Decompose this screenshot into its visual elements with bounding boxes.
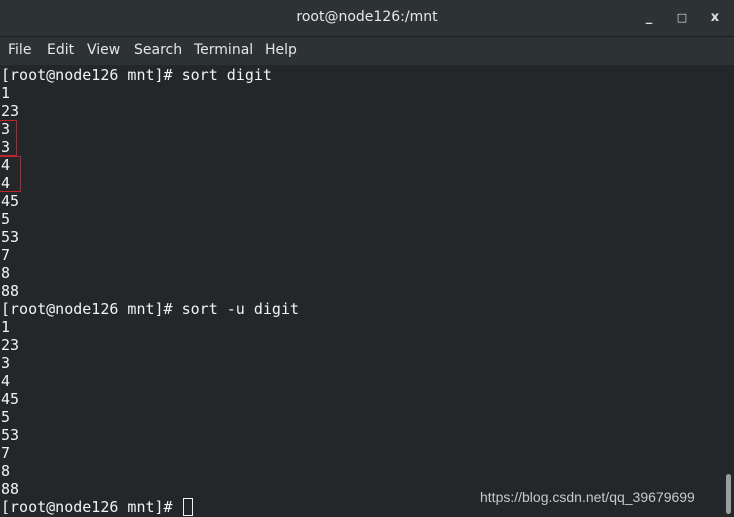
output-line: 3 [0, 354, 724, 372]
line-text: 53 [1, 228, 20, 246]
line-text: 4 [1, 372, 11, 390]
output-line: 1 [0, 84, 724, 102]
line-text: 8 [1, 462, 11, 480]
output-line: 4 [0, 372, 724, 390]
output-line: 4 [0, 174, 724, 192]
output-line: 7 [0, 444, 724, 462]
line-text: 8 [1, 264, 11, 282]
menu-edit[interactable]: Edit [47, 42, 74, 58]
terminal-output[interactable]: [root@node126 mnt]# sort digit 1 23 3 3 4 4 45 5… [0, 66, 724, 517]
line-text: 88 [1, 480, 20, 498]
cursor [182, 498, 193, 516]
output-line: 3 [0, 138, 724, 156]
menu-help[interactable]: Help [265, 42, 297, 58]
output-line: 53 [0, 228, 724, 246]
line-text: 7 [1, 246, 11, 264]
title-bar: root@node126:/mnt _ □ x [0, 0, 734, 37]
output-line: 45 [0, 390, 724, 408]
menu-search[interactable]: Search [134, 42, 182, 58]
minimize-button[interactable]: _ [639, 8, 659, 28]
maximize-button[interactable]: □ [672, 8, 692, 28]
line-text: [root@node126 mnt]# [1, 498, 182, 516]
line-text: 53 [1, 426, 20, 444]
output-line: 8 [0, 264, 724, 282]
line-text: 88 [1, 282, 20, 300]
scrollbar[interactable] [726, 474, 731, 514]
menu-terminal[interactable]: Terminal [194, 42, 253, 58]
output-line: 23 [0, 102, 724, 120]
line-text: 45 [1, 390, 20, 408]
output-line: 45 [0, 192, 724, 210]
line-text: 1 [1, 84, 11, 102]
line-text: 3 [1, 354, 11, 372]
line-text: [root@node126 mnt]# sort -u digit [1, 300, 300, 318]
output-line: 5 [0, 210, 724, 228]
output-line: 53 [0, 426, 724, 444]
output-line: 7 [0, 246, 724, 264]
output-line: 8 [0, 462, 724, 480]
window-title: root@node126:/mnt [296, 9, 438, 25]
menu-file[interactable]: File [8, 42, 31, 58]
line-text: 7 [1, 444, 11, 462]
menu-bar: File Edit View Search Terminal Help [0, 37, 734, 65]
menu-view[interactable]: View [87, 42, 120, 58]
output-line: 4 [0, 156, 724, 174]
line-text: 5 [1, 210, 11, 228]
output-line: 5 [0, 408, 724, 426]
highlight-box-3 [0, 120, 17, 156]
line-text: 1 [1, 318, 11, 336]
prompt-line: [root@node126 mnt]# sort digit [0, 66, 724, 84]
output-line: 23 [0, 336, 724, 354]
output-line: 88 [0, 282, 724, 300]
line-text: 5 [1, 408, 11, 426]
watermark: https://blog.csdn.net/qq_39679699 [480, 489, 695, 505]
highlight-box-4 [0, 156, 21, 192]
line-text: 23 [1, 336, 20, 354]
output-line: 3 [0, 120, 724, 138]
line-text: 45 [1, 192, 20, 210]
output-line: 1 [0, 318, 724, 336]
prompt-line: [root@node126 mnt]# sort -u digit [0, 300, 724, 318]
line-text: [root@node126 mnt]# sort digit [1, 66, 272, 84]
close-button[interactable]: x [705, 8, 725, 28]
line-text: 23 [1, 102, 20, 120]
